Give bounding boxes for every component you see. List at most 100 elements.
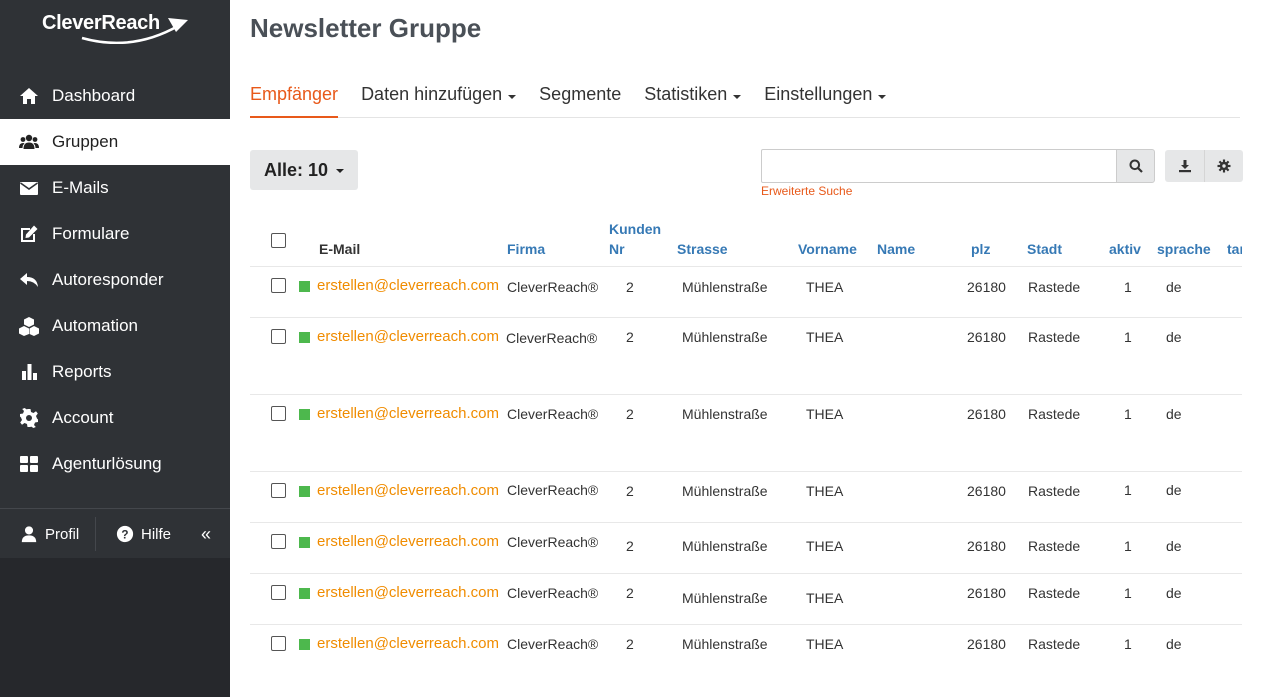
svg-text:?: ?	[121, 529, 128, 542]
row-checkbox[interactable]	[271, 585, 286, 600]
email-link[interactable]: erstellen@cleverreach.com	[317, 277, 499, 294]
cell-strasse: Mühlenstraße	[682, 590, 768, 606]
cell-vorname: THEA	[806, 590, 844, 606]
search-button[interactable]	[1116, 149, 1155, 183]
table-row[interactable]: erstellen@cleverreach.com CleverReach® 2…	[250, 317, 1242, 394]
cell-strasse: Mühlenstraße	[682, 636, 768, 652]
table-row[interactable]: erstellen@cleverreach.com CleverReach® 2…	[250, 266, 1242, 317]
user-icon	[21, 526, 37, 543]
logo-swoosh-icon	[81, 18, 188, 44]
column-header-truncated[interactable]: tar	[1227, 241, 1242, 257]
row-checkbox[interactable]	[271, 483, 286, 498]
cell-plz: 26180	[967, 538, 1006, 554]
table-row[interactable]: erstellen@cleverreach.com CleverReach® 2…	[250, 624, 1242, 697]
cell-firma: CleverReach®	[507, 279, 599, 295]
status-indicator	[299, 332, 310, 343]
tab-statistiken[interactable]: Statistiken	[644, 82, 742, 118]
column-header-plz[interactable]: plz	[971, 241, 990, 257]
main-content: Newsletter Gruppe Empfänger Daten hinzuf…	[230, 0, 1277, 697]
row-checkbox[interactable]	[271, 329, 286, 344]
email-link[interactable]: erstellen@cleverreach.com	[317, 584, 499, 601]
column-header-kundennr-line2[interactable]: Nr	[609, 241, 625, 257]
column-header-strasse[interactable]: Strasse	[677, 241, 728, 257]
cell-kundennr: 2	[626, 636, 634, 652]
advanced-search-link[interactable]: Erweiterte Suche	[761, 184, 852, 198]
cell-plz: 26180	[967, 406, 1006, 422]
cell-kundennr: 2	[626, 406, 634, 422]
cell-aktiv: 1	[1124, 329, 1132, 345]
table-settings-button[interactable]	[1204, 150, 1243, 182]
cell-aktiv: 1	[1124, 636, 1132, 652]
cell-kundennr: 2	[626, 538, 634, 554]
cell-plz: 26180	[967, 636, 1006, 652]
cell-aktiv: 1	[1124, 538, 1132, 554]
sidebar-item-dashboard[interactable]: Dashboard	[0, 73, 230, 119]
column-header-kundennr[interactable]: Kunden	[609, 221, 661, 237]
tab-daten-hinzufuegen[interactable]: Daten hinzufügen	[361, 82, 517, 118]
sidebar-item-account[interactable]: Account	[0, 395, 230, 441]
column-header-vorname[interactable]: Vorname	[798, 241, 857, 257]
search-input[interactable]	[761, 149, 1117, 183]
download-button[interactable]	[1165, 150, 1204, 182]
email-link[interactable]: erstellen@cleverreach.com	[317, 635, 499, 652]
sidebar-item-agenturloesung[interactable]: Agenturlösung	[0, 441, 230, 487]
cell-vorname: THEA	[806, 483, 844, 499]
cell-sprache: de	[1166, 585, 1182, 601]
cell-vorname: THEA	[806, 329, 844, 345]
sidebar-item-gruppen[interactable]: Gruppen	[0, 119, 230, 165]
tab-einstellungen[interactable]: Einstellungen	[764, 82, 887, 118]
email-link[interactable]: erstellen@cleverreach.com	[317, 405, 499, 422]
help-icon: ?	[116, 525, 134, 543]
table-row[interactable]: erstellen@cleverreach.com CleverReach® 2…	[250, 522, 1242, 573]
caret-down-icon	[878, 95, 887, 99]
column-header-email[interactable]: E-Mail	[319, 241, 360, 257]
cell-strasse: Mühlenstraße	[682, 329, 768, 345]
cell-sprache: de	[1166, 406, 1182, 422]
cell-strasse: Mühlenstraße	[682, 279, 768, 295]
sidebar-item-label: E-Mails	[52, 178, 109, 197]
logo[interactable]: CleverReach	[42, 12, 192, 44]
column-header-firma[interactable]: Firma	[507, 241, 545, 257]
sidebar-item-automation[interactable]: Automation	[0, 303, 230, 349]
cell-firma: CleverReach®	[507, 406, 599, 422]
email-link[interactable]: erstellen@cleverreach.com	[317, 482, 499, 499]
cell-plz: 26180	[967, 279, 1006, 295]
filter-dropdown-button[interactable]: Alle: 10	[250, 150, 358, 190]
sidebar-item-emails[interactable]: E-Mails	[0, 165, 230, 211]
select-all-checkbox[interactable]	[271, 233, 286, 248]
row-checkbox[interactable]	[271, 534, 286, 549]
email-link[interactable]: erstellen@cleverreach.com	[317, 328, 499, 345]
row-checkbox[interactable]	[271, 406, 286, 421]
column-header-name[interactable]: Name	[877, 241, 915, 257]
cell-firma: CleverReach®	[507, 534, 599, 550]
cell-aktiv: 1	[1124, 279, 1132, 295]
column-header-aktiv[interactable]: aktiv	[1109, 241, 1141, 257]
cell-vorname: THEA	[806, 279, 844, 295]
cell-sprache: de	[1166, 538, 1182, 554]
gear-icon	[18, 407, 40, 429]
table-row[interactable]: erstellen@cleverreach.com CleverReach® 2…	[250, 573, 1242, 624]
row-checkbox[interactable]	[271, 278, 286, 293]
collapse-sidebar-button[interactable]: «	[189, 512, 211, 556]
sidebar-item-label: Automation	[52, 316, 138, 335]
sidebar-item-label: Reports	[52, 362, 112, 381]
row-checkbox[interactable]	[271, 636, 286, 651]
filter-label: Alle: 10	[263, 159, 329, 180]
cell-firma: CleverReach®	[507, 636, 599, 652]
cell-kundennr: 2	[626, 279, 634, 295]
cell-firma: CleverReach®	[507, 585, 599, 601]
profile-link[interactable]: Profil	[0, 512, 95, 556]
cell-vorname: THEA	[806, 538, 844, 554]
tab-segmente[interactable]: Segmente	[539, 82, 621, 118]
email-link[interactable]: erstellen@cleverreach.com	[317, 533, 499, 550]
sidebar-item-autoresponder[interactable]: Autoresponder	[0, 257, 230, 303]
sidebar-item-formulare[interactable]: Formulare	[0, 211, 230, 257]
help-link[interactable]: ? Hilfe	[96, 512, 188, 556]
sidebar-item-reports[interactable]: Reports	[0, 349, 230, 395]
column-header-sprache[interactable]: sprache	[1157, 241, 1211, 257]
tab-empfaenger[interactable]: Empfänger	[250, 82, 339, 118]
table-row[interactable]: erstellen@cleverreach.com CleverReach® 2…	[250, 394, 1242, 471]
table-row[interactable]: erstellen@cleverreach.com CleverReach® 2…	[250, 471, 1242, 522]
tab-bar: Empfänger Daten hinzufügen Segmente Stat…	[250, 82, 1240, 118]
column-header-stadt[interactable]: Stadt	[1027, 241, 1062, 257]
